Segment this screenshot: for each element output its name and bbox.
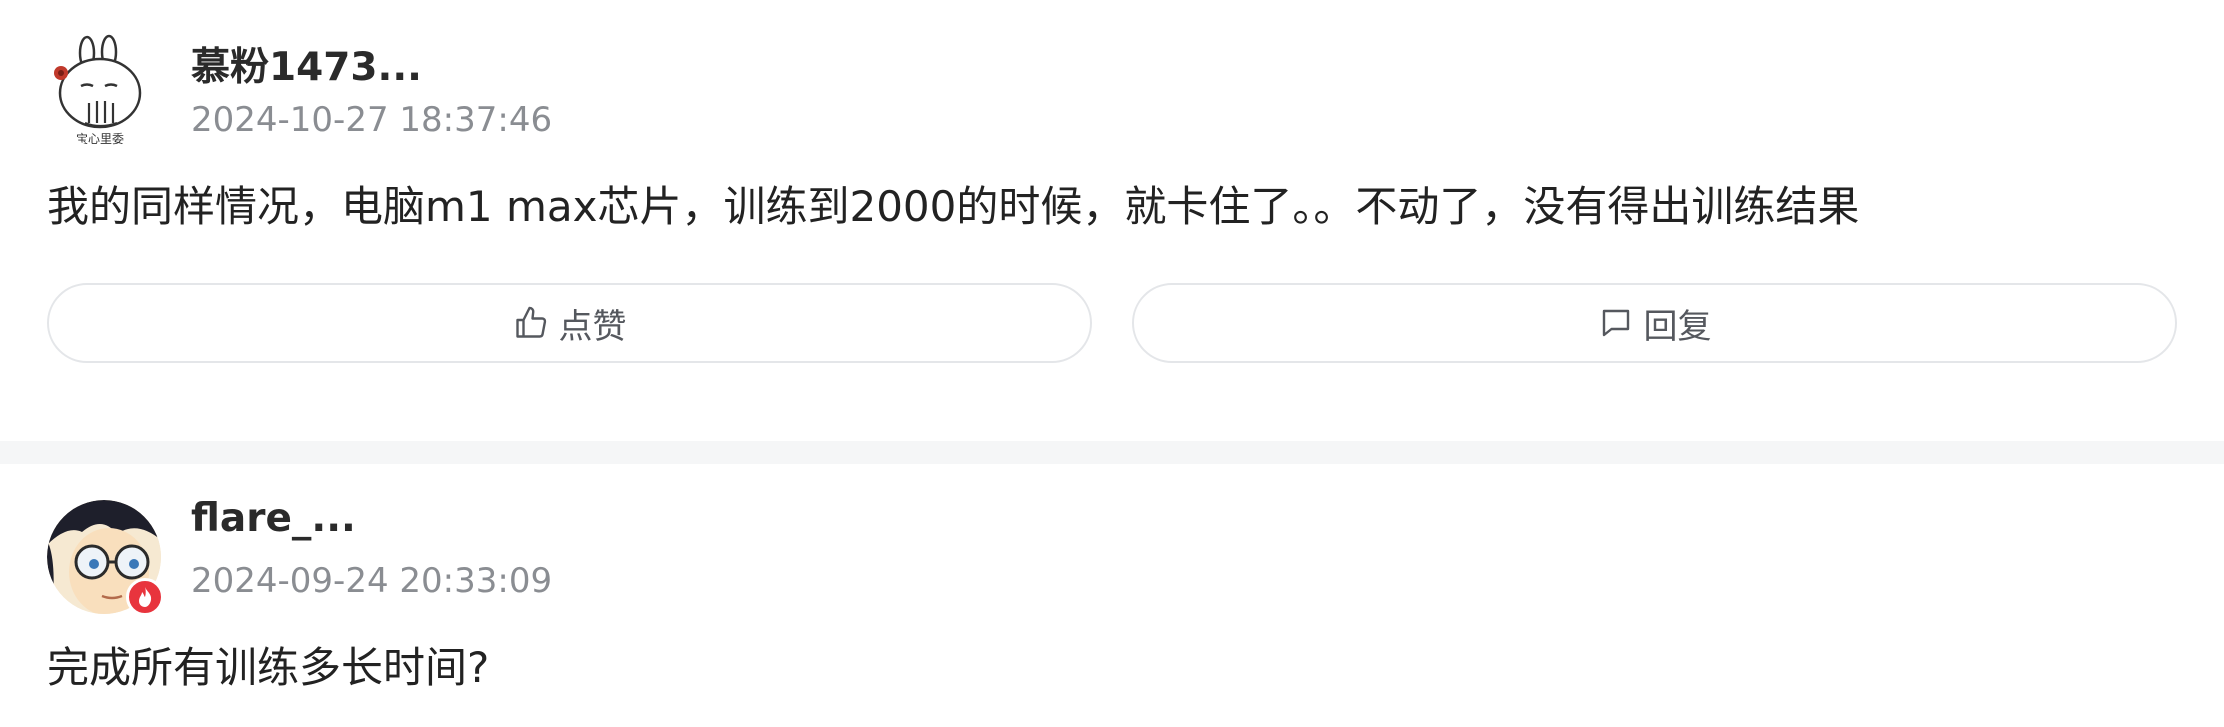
fire-badge-icon: [126, 578, 164, 616]
timestamp: 2024-10-27 18:37:46: [191, 100, 553, 140]
rabbit-avatar-icon: 宝心里委: [54, 34, 142, 146]
comment-item: flare_... 2024-09-24 20:33:09 完成所有训练多长时间…: [0, 464, 2224, 727]
comment-icon: [1602, 309, 1629, 337]
comment-item: 宝心里委 慕粉1473... 2024-10-27 18:37:46 我的同样情…: [0, 0, 2224, 441]
timestamp: 2024-09-24 20:33:09: [191, 561, 553, 601]
like-button[interactable]: 点赞: [47, 283, 1092, 363]
comment-text: 我的同样情况，电脑m1 max芯片，训练到2000的时候，就卡住了。。不动了，没…: [47, 182, 1860, 231]
username[interactable]: flare_...: [191, 496, 356, 541]
user-avatar[interactable]: [47, 500, 164, 616]
username[interactable]: 慕粉1473...: [191, 36, 422, 92]
like-label: 点赞: [558, 306, 627, 347]
user-avatar[interactable]: 宝心里委: [47, 33, 161, 147]
comment-text: 完成所有训练多长时间?: [47, 643, 490, 692]
reply-button[interactable]: 回复: [1132, 283, 2177, 363]
thumbs-up-icon: [515, 306, 546, 338]
avatar-caption: 宝心里委: [76, 132, 124, 146]
section-divider: [0, 441, 2224, 464]
reply-label: 回复: [1643, 306, 1712, 347]
